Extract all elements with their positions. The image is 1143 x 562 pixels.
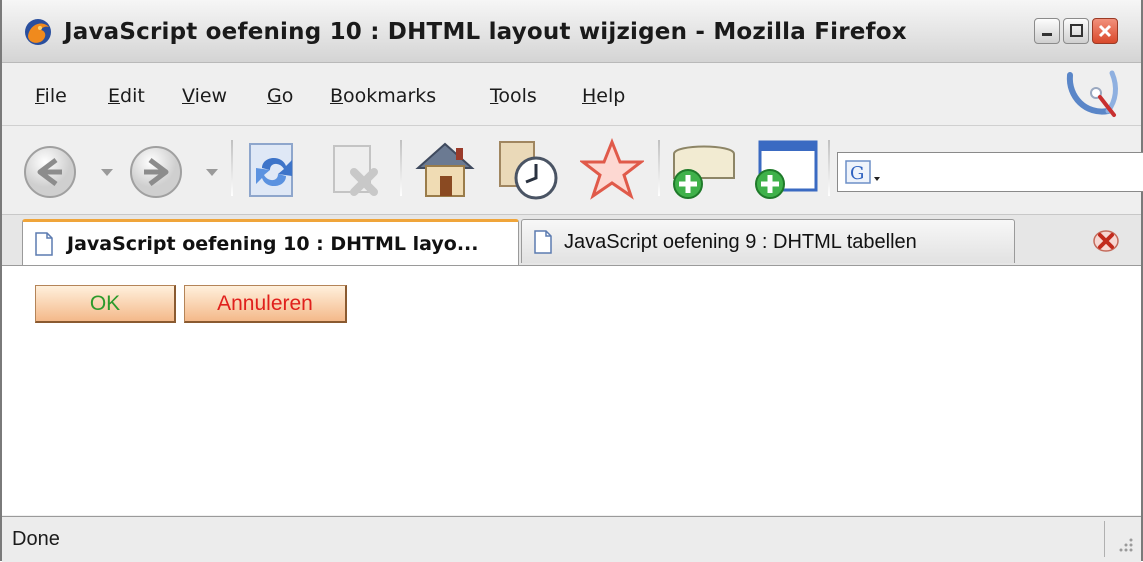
new-tab-icon[interactable]: [668, 138, 740, 202]
toolbar-separator: [400, 140, 402, 196]
bookmark-star-icon[interactable]: [580, 138, 644, 202]
page-icon: [35, 232, 53, 256]
google-search-icon[interactable]: G: [844, 159, 886, 187]
tab-oefening-10[interactable]: JavaScript oefening 10 : DHTML layo...: [22, 219, 519, 265]
page-content: OK Annuleren: [2, 266, 1141, 515]
tab-bar: JavaScript oefening 10 : DHTML layo... J…: [2, 215, 1141, 266]
close-tab-icon[interactable]: [1092, 229, 1120, 253]
minimize-button[interactable]: [1034, 18, 1060, 44]
svg-text:G: G: [850, 163, 864, 184]
window-title: JavaScript oefening 10 : DHTML layout wi…: [64, 19, 907, 45]
forward-icon[interactable]: [128, 144, 184, 200]
browser-window: JavaScript oefening 10 : DHTML layout wi…: [0, 0, 1143, 562]
throbber-icon: [1066, 70, 1118, 117]
close-icon: [1098, 24, 1112, 38]
menu-help[interactable]: Help: [582, 85, 625, 107]
resize-grip-icon[interactable]: [1114, 535, 1134, 555]
reload-icon[interactable]: [242, 138, 306, 202]
cancel-button[interactable]: Annuleren: [184, 285, 347, 323]
maximize-icon: [1070, 24, 1083, 37]
tab-label: JavaScript oefening 9 : DHTML tabellen: [564, 231, 917, 253]
menu-bookmarks[interactable]: Bookmarks: [330, 85, 436, 107]
status-bar: Done: [2, 516, 1141, 562]
tab-label: JavaScript oefening 10 : DHTML layo...: [67, 233, 479, 255]
firefox-logo-icon: [25, 19, 51, 45]
menu-tools[interactable]: Tools: [490, 85, 537, 107]
page-icon: [534, 230, 552, 254]
toolbar-separator: [658, 140, 660, 196]
menu-edit[interactable]: Edit: [108, 85, 145, 107]
menu-go[interactable]: Go: [267, 85, 293, 107]
menu-bar: File Edit View Go Bookmarks Tools Help: [2, 63, 1141, 126]
close-window-button[interactable]: [1092, 18, 1118, 44]
back-icon[interactable]: [22, 144, 78, 200]
stop-icon[interactable]: [324, 140, 384, 200]
tab-oefening-9[interactable]: JavaScript oefening 9 : DHTML tabellen: [521, 219, 1015, 263]
navigation-toolbar: G: [2, 126, 1143, 215]
maximize-button[interactable]: [1063, 18, 1089, 44]
minimize-icon: [1042, 33, 1052, 36]
status-text: Done: [12, 528, 60, 550]
search-input[interactable]: G: [837, 152, 1143, 192]
home-icon[interactable]: [412, 136, 478, 202]
toolbar-separator: [828, 140, 830, 196]
title-bar[interactable]: JavaScript oefening 10 : DHTML layout wi…: [2, 0, 1141, 63]
menu-file[interactable]: File: [35, 85, 67, 107]
new-window-icon[interactable]: [750, 138, 822, 202]
forward-dropdown-icon[interactable]: [205, 168, 219, 178]
back-dropdown-icon[interactable]: [100, 168, 114, 178]
ok-button[interactable]: OK: [35, 285, 176, 323]
status-divider: [1104, 521, 1105, 557]
menu-view[interactable]: View: [182, 85, 227, 107]
history-icon[interactable]: [496, 136, 562, 202]
toolbar-separator: [231, 140, 233, 196]
